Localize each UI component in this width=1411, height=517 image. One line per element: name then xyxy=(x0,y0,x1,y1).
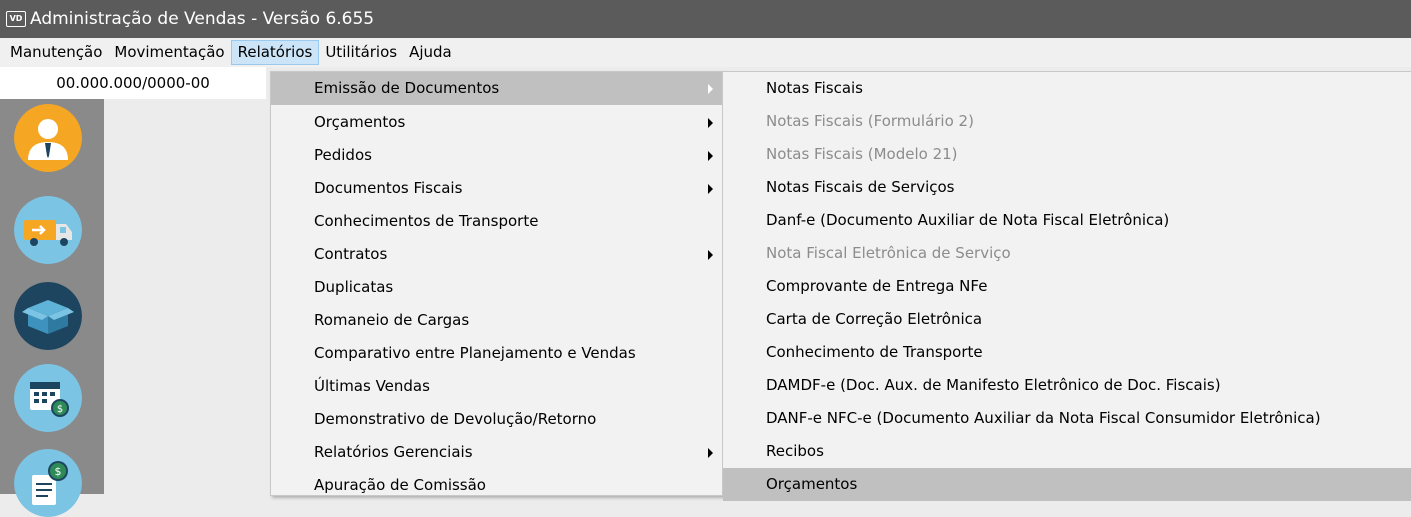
menu-manutencao[interactable]: Manutenção xyxy=(0,40,108,65)
menu-item-contratos[interactable]: Contratos xyxy=(271,238,723,271)
menu-item-label: Relatórios Gerenciais xyxy=(314,443,473,461)
menu-item-relatorios-gerenciais[interactable]: Relatórios Gerenciais xyxy=(271,436,723,469)
submenu-item-notas-fiscais-modelo-21: Notas Fiscais (Modelo 21) xyxy=(766,145,958,163)
menu-item-conhecimentos-transporte[interactable]: Conhecimentos de Transporte xyxy=(271,205,723,238)
menu-item-label: Conhecimentos de Transporte xyxy=(314,212,539,230)
menu-item-label: Emissão de Documentos xyxy=(314,79,500,97)
sidebar-shortcuts: $ $ xyxy=(0,99,104,517)
submenu-item-notas-fiscais-servicos[interactable]: Notas Fiscais de Serviços xyxy=(723,171,1411,204)
submenu-item-notas-fiscais-formulario-2: Notas Fiscais (Formulário 2) xyxy=(766,112,974,130)
menu-item-documentos-fiscais[interactable]: Documentos Fiscais xyxy=(271,172,723,205)
menu-item-duplicatas[interactable]: Duplicatas xyxy=(271,271,723,304)
emissao-documentos-submenu: Notas Fiscais Notas Fiscais (Formulário … xyxy=(722,71,1411,501)
box-icon[interactable] xyxy=(14,282,82,350)
menu-item-label: Demonstrativo de Devolução/Retorno xyxy=(314,410,597,428)
menu-item-label: Últimas Vendas xyxy=(314,377,430,395)
submenu-item-recibos[interactable]: Recibos xyxy=(723,435,1411,468)
menu-item-comparativo[interactable]: Comparativo entre Planejamento e Vendas xyxy=(271,337,723,370)
menu-item-label: Duplicatas xyxy=(314,278,394,296)
title-bar: VD Administração de Vendas - Versão 6.65… xyxy=(0,0,1411,38)
menu-bar: Manutenção Movimentação Relatórios Utili… xyxy=(0,38,1411,67)
submenu-item-carta-correcao[interactable]: Carta de Correção Eletrônica xyxy=(723,303,1411,336)
submenu-item-danfe-nfce[interactable]: DANF-e NFC-e (Documento Auxiliar da Nota… xyxy=(723,402,1411,435)
calendar-money-icon[interactable]: $ xyxy=(14,364,82,432)
submenu-arrow-icon xyxy=(708,84,713,94)
menu-utilitarios[interactable]: Utilitários xyxy=(319,40,403,65)
menu-item-emissao-documentos[interactable]: Emissão de Documentos xyxy=(271,72,723,105)
menu-item-label: Romaneio de Cargas xyxy=(314,311,470,329)
menu-item-ultimas-vendas[interactable]: Últimas Vendas xyxy=(271,370,723,403)
submenu-arrow-icon xyxy=(708,151,713,161)
menu-item-apuracao-comissao[interactable]: Apuração de Comissão xyxy=(271,469,723,502)
submenu-item-damdfe[interactable]: DAMDF-e (Doc. Aux. de Manifesto Eletrôni… xyxy=(723,369,1411,402)
submenu-item-danfe[interactable]: Danf-e (Documento Auxiliar de Nota Fisca… xyxy=(723,204,1411,237)
menu-relatorios[interactable]: Relatórios xyxy=(230,40,320,65)
menu-item-demonstrativo-devolucao[interactable]: Demonstrativo de Devolução/Retorno xyxy=(271,403,723,436)
submenu-arrow-icon xyxy=(708,118,713,128)
menu-item-orcamentos[interactable]: Orçamentos xyxy=(271,106,723,139)
user-icon[interactable] xyxy=(14,104,82,172)
truck-icon[interactable] xyxy=(14,196,82,264)
submenu-item-comprovante-entrega[interactable]: Comprovante de Entrega NFe xyxy=(723,270,1411,303)
submenu-item-orcamentos[interactable]: Orçamentos xyxy=(723,468,1411,501)
submenu-item-nfse: Nota Fiscal Eletrônica de Serviço xyxy=(766,244,1011,262)
menu-movimentacao[interactable]: Movimentação xyxy=(108,40,230,65)
document-money-icon[interactable]: $ xyxy=(14,449,82,517)
svg-text:$: $ xyxy=(57,404,63,415)
menu-item-label: Pedidos xyxy=(314,146,372,164)
submenu-item-conhecimento-transporte[interactable]: Conhecimento de Transporte xyxy=(723,336,1411,369)
menu-item-label: Contratos xyxy=(314,245,388,263)
submenu-arrow-icon xyxy=(708,250,713,260)
submenu-arrow-icon xyxy=(708,184,713,194)
relatorios-dropdown: Emissão de Documentos Orçamentos Pedidos… xyxy=(270,71,724,496)
menu-item-label: Orçamentos xyxy=(314,113,406,131)
submenu-item-notas-fiscais[interactable]: Notas Fiscais xyxy=(723,72,1411,105)
menu-item-label: Comparativo entre Planejamento e Vendas xyxy=(314,344,636,362)
company-cnpj: 00.000.000/0000-00 xyxy=(0,67,266,99)
svg-text:$: $ xyxy=(55,465,62,478)
app-icon: VD xyxy=(6,11,26,27)
menu-ajuda[interactable]: Ajuda xyxy=(403,40,458,65)
window-title: Administração de Vendas - Versão 6.655 xyxy=(30,9,375,29)
menu-item-romaneio-cargas[interactable]: Romaneio de Cargas xyxy=(271,304,723,337)
submenu-arrow-icon xyxy=(708,448,713,458)
menu-item-label: Apuração de Comissão xyxy=(314,476,486,494)
menu-item-pedidos[interactable]: Pedidos xyxy=(271,139,723,172)
menu-item-label: Documentos Fiscais xyxy=(314,179,463,197)
